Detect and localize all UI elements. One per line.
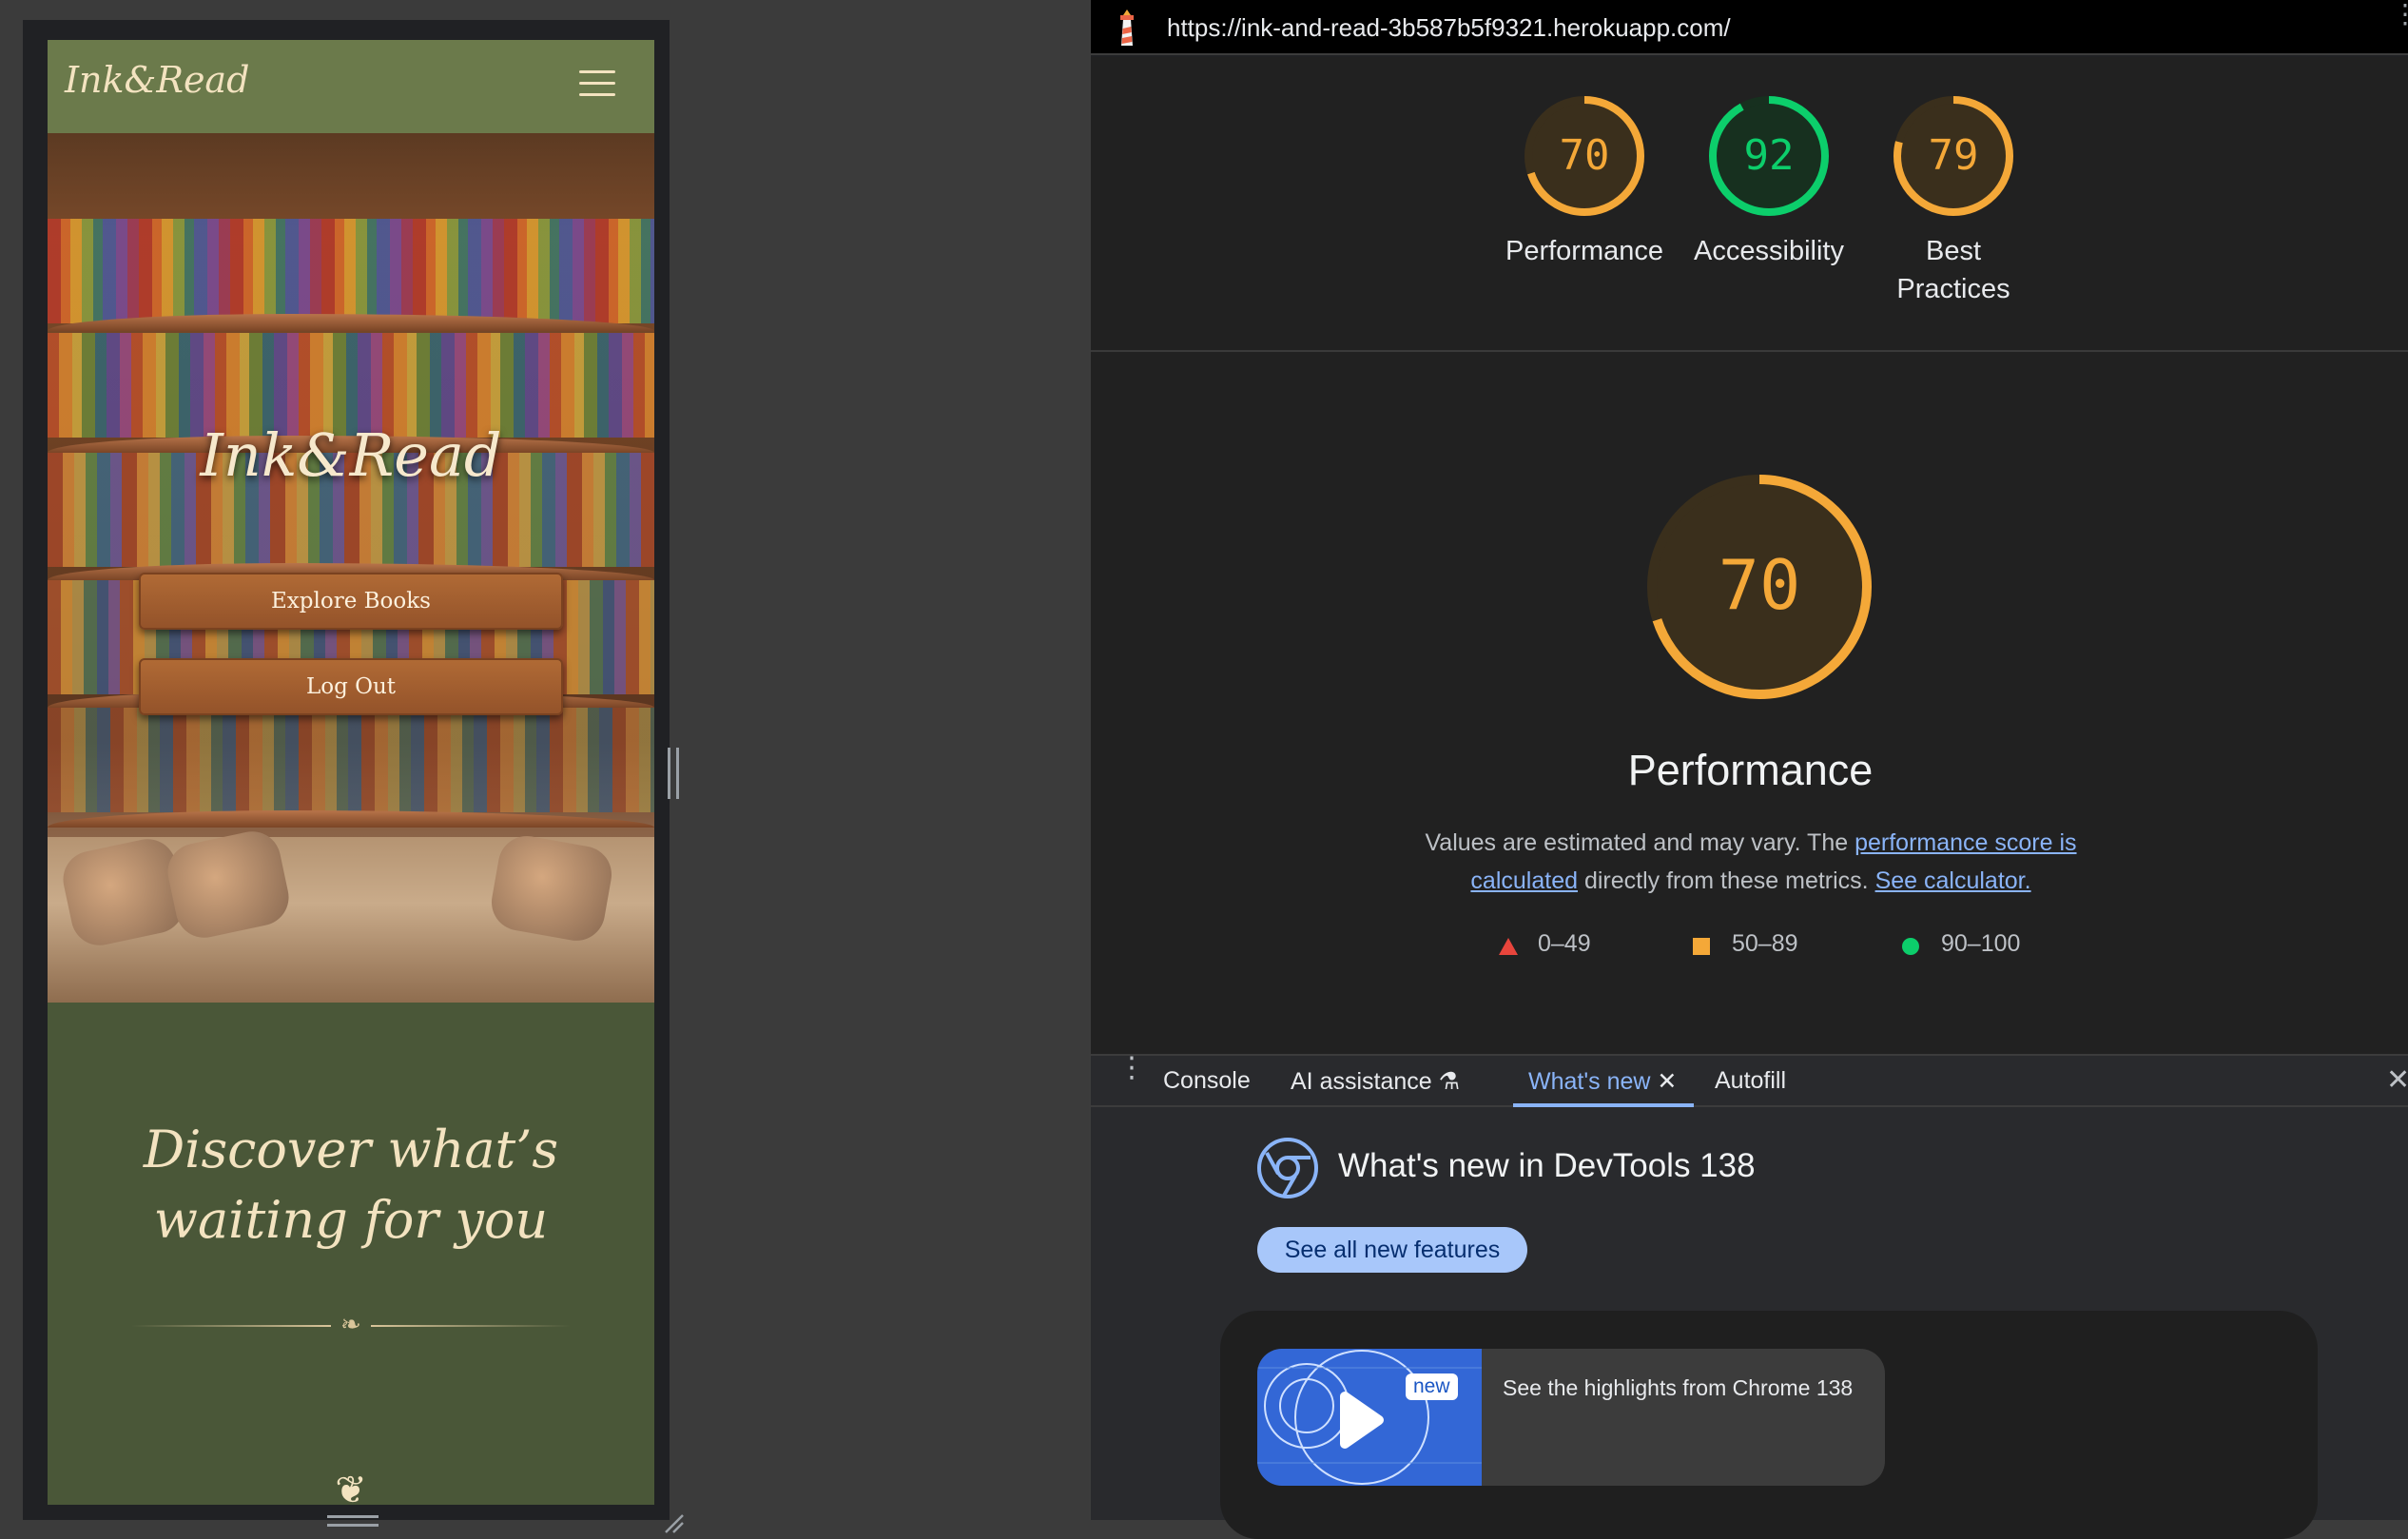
tab-label: AI assistance — [1291, 1068, 1432, 1095]
main-performance-gauge: 70 — [1645, 473, 1874, 705]
hamburger-menu-button[interactable] — [579, 68, 615, 99]
chrome-devtools-logo-icon — [1257, 1138, 1318, 1198]
lighthouse-url-bar: https://ink-and-read-3b587b5f9321.heroku… — [1091, 0, 2408, 55]
shelf — [48, 810, 654, 828]
viewport-height-resize-handle[interactable] — [327, 1515, 379, 1527]
score-ring: 79 — [1893, 96, 2013, 216]
divider-line — [371, 1325, 571, 1327]
lighthouse-report: 70 Performance 92 Accessibility 79 Best … — [1091, 57, 2408, 1054]
tab-ai-assistance[interactable]: AI assistance ⚗ — [1291, 1067, 1460, 1096]
score-ring: 70 — [1524, 96, 1644, 216]
viewport-corner-resize-handle[interactable] — [662, 1511, 685, 1534]
bookshelf-row — [48, 708, 654, 812]
score-value: 70 — [1560, 131, 1610, 180]
report-url[interactable]: https://ink-and-read-3b587b5f9321.heroku… — [1167, 13, 1731, 43]
pillow — [162, 826, 295, 944]
more-options-icon[interactable]: ⋮ — [2392, 1, 2408, 28]
highlights-video-card[interactable]: new See the highlights from Chrome 138 — [1257, 1349, 1885, 1486]
gauge-label: Performance — [1505, 236, 1663, 266]
devtools-panel: https://ink-and-read-3b587b5f9321.heroku… — [1089, 0, 2408, 1539]
new-badge: new — [1406, 1373, 1458, 1400]
tab-label: What's new — [1528, 1068, 1651, 1095]
tab-autofill[interactable]: Autofill — [1715, 1067, 1786, 1095]
bottom-ornament-icon: ❦ — [335, 1469, 367, 1505]
pass-circle-icon — [1902, 938, 1919, 955]
tab-console[interactable]: Console — [1163, 1067, 1251, 1095]
performance-description: Values are estimated and may vary. The p… — [1405, 824, 2097, 900]
pillow — [57, 833, 190, 951]
legend-range-fail: 0–49 — [1538, 930, 1591, 957]
log-out-button[interactable]: Log Out — [139, 658, 563, 715]
close-drawer-icon[interactable]: ✕ — [2386, 1063, 2408, 1097]
drawer-tab-bar: ⋮ Console AI assistance ⚗ What's new ✕ A… — [1091, 1054, 2408, 1107]
hamburger-bar — [579, 70, 615, 73]
device-emulation-frame: Ink&Read Ink&Read Explore Books Log Out … — [23, 20, 684, 1533]
explore-books-button[interactable]: Explore Books — [139, 573, 563, 630]
close-tab-icon[interactable]: ✕ — [1657, 1068, 1677, 1095]
whats-new-panel: What's new in DevTools 138 See all new f… — [1091, 1107, 2408, 1539]
gauge-performance[interactable]: 70 Performance — [1489, 93, 1680, 270]
hero-section: Ink&Read Explore Books Log Out — [48, 133, 654, 1003]
fleuron-ornament-icon: ❧ — [340, 1311, 361, 1339]
hamburger-bar — [579, 82, 615, 85]
see-all-new-features-button[interactable]: See all new features — [1257, 1227, 1527, 1273]
average-square-icon — [1693, 938, 1710, 955]
gauge-best-practices[interactable]: 79 Best Practices — [1858, 93, 2049, 308]
performance-heading: Performance — [1627, 746, 1874, 794]
description-text: Values are estimated and may vary. The — [1425, 829, 1855, 856]
drawer-menu-icon[interactable]: ⋮ — [1117, 1054, 1146, 1082]
bookshelf-row — [48, 219, 654, 323]
site-header: Ink&Read — [48, 40, 654, 133]
flask-icon: ⚗ — [1438, 1068, 1461, 1095]
legend-range-pass: 90–100 — [1941, 930, 2021, 957]
video-caption: See the highlights from Chrome 138 — [1503, 1375, 1854, 1400]
gauge-label: Accessibility — [1694, 236, 1844, 266]
score-ring-large: 70 — [1647, 475, 1872, 699]
score-value: 92 — [1744, 131, 1795, 180]
play-icon — [1257, 1350, 1482, 1485]
gauge-accessibility[interactable]: 92 Accessibility — [1674, 93, 1864, 270]
page-viewport: Ink&Read Ink&Read Explore Books Log Out … — [48, 40, 654, 1505]
discover-heading: Discover what’s waiting for you — [143, 1120, 559, 1250]
whats-new-title: What's new in DevTools 138 — [1338, 1147, 1756, 1184]
divider-line — [131, 1325, 331, 1327]
gauge-label: Best Practices — [1896, 236, 2010, 304]
tab-whats-new[interactable]: What's new ✕ — [1528, 1067, 1677, 1096]
lighthouse-icon — [1112, 8, 1142, 48]
pillow — [487, 831, 616, 945]
viewport-width-resize-handle[interactable] — [668, 748, 679, 799]
site-logo[interactable]: Ink&Read — [65, 59, 249, 101]
fail-triangle-icon — [1499, 938, 1518, 955]
main-score-value: 70 — [1719, 545, 1801, 625]
hamburger-bar — [579, 93, 615, 96]
score-value: 79 — [1929, 131, 1979, 180]
hero-title: Ink&Read — [200, 420, 502, 490]
video-thumbnail: new — [1257, 1349, 1482, 1486]
score-ring: 92 — [1709, 96, 1829, 216]
legend-range-average: 50–89 — [1732, 930, 1798, 957]
see-calculator-link[interactable]: See calculator. — [1875, 867, 2031, 894]
description-text: directly from these metrics. — [1578, 867, 1875, 894]
section-divider — [1091, 350, 2408, 352]
window-seat-sofa — [48, 826, 654, 1003]
